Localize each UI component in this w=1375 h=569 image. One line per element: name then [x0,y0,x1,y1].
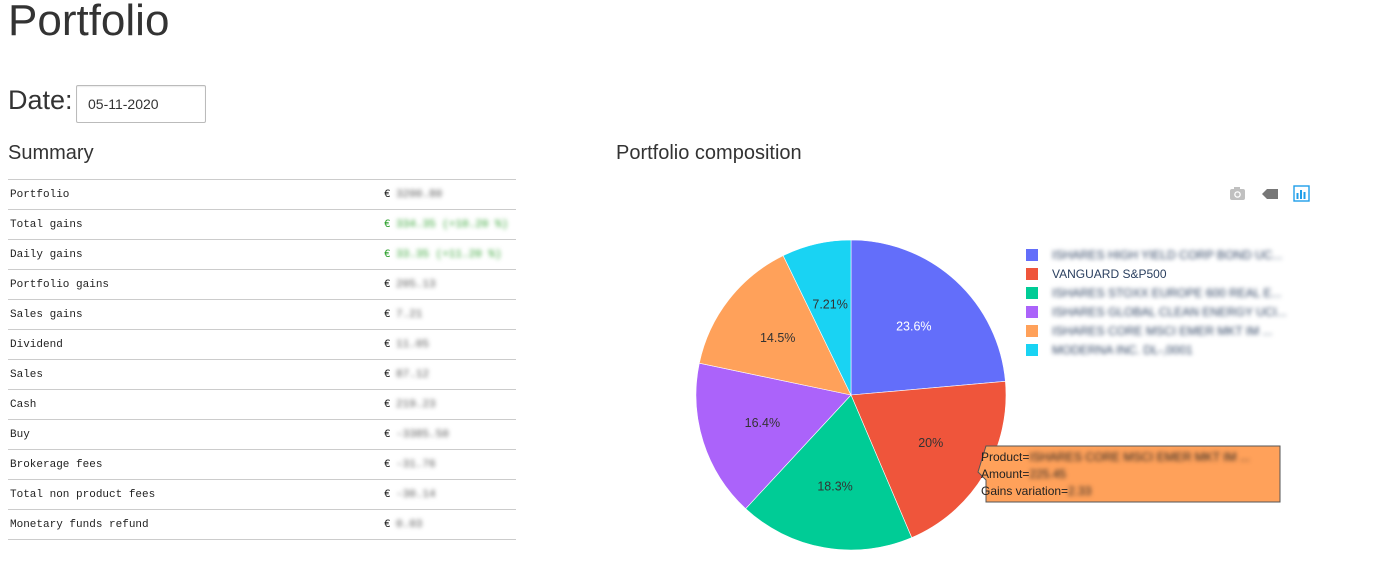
legend-swatch [1026,344,1038,356]
legend-label: ISHARES GLOBAL CLEAN ENERGY UCI... [1052,305,1287,319]
pie-slice-label: 20% [918,436,943,450]
hover-amount-value: 225.45 [1029,467,1066,481]
summary-row-label: Monetary funds refund [10,518,149,531]
summary-row-label: Daily gains [10,248,83,261]
summary-row-value: 3200.80 [396,188,443,201]
summary-row-value: 87.12 [396,368,430,381]
currency-symbol: € [384,338,391,351]
legend-label: MODERNA INC. DL-,0001 [1052,343,1193,357]
legend-item[interactable]: ISHARES CORE MSCI EMER MKT IM ... [1026,324,1272,338]
summary-table: Portfolio €3200.80 Total gains €334.35 (+10… [8,179,516,540]
summary-row: Daily gains €33.35 (+11.20 %) [8,239,516,270]
currency-symbol: € [384,218,391,231]
currency-symbol: € [384,428,391,441]
pie-slice[interactable] [850,239,1006,396]
legend-swatch [1026,249,1038,261]
currency-symbol: € [384,308,391,321]
legend-swatch [1026,306,1038,318]
summary-row: Brokerage fees € -31.76 [8,449,516,480]
legend-item[interactable]: ISHARES STOXX EUROPE 600 REAL E... [1026,286,1281,300]
summary-row-label: Buy [10,428,30,441]
summary-row-value: 33.35 (+11.20 %) [396,248,502,261]
summary-row: Sales gains €7.21 [8,299,516,330]
currency-symbol: € [384,278,391,291]
summary-row: Buy € -3385.50 [8,419,516,450]
summary-row-label: Portfolio [10,188,70,201]
hover-product-value: ISHARES CORE MSCI EMER MKT IM ... [1029,450,1249,464]
summary-row-value: 7.21 [396,308,423,321]
summary-row-label: Sales gains [10,308,83,321]
date-label: Date: [8,85,73,115]
summary-row-value: 334.35 (+10.20 %) [396,218,509,231]
legend-label: ISHARES STOXX EUROPE 600 REAL E... [1052,286,1281,300]
currency-symbol: € [384,368,391,381]
summary-row: Cash €219.23 [8,389,516,420]
summary-row-label: Cash [10,398,37,411]
pie-slice-label: 23.6% [896,319,931,333]
hover-product-label: Product= [981,450,1029,464]
summary-row-label: Sales [10,368,44,381]
pie-slice-label: 14.5% [760,331,795,345]
pie-slice-label: 16.4% [745,416,780,430]
legend-swatch [1026,287,1038,299]
hover-tooltip: Product=ISHARES CORE MSCI EMER MKT IM ..… [977,445,1281,503]
summary-row-label: Portfolio gains [10,278,110,291]
currency-symbol: € [384,518,391,531]
hover-gains-label: Gains variation= [981,484,1068,498]
svg-text:Gains variation=2.33: Gains variation=2.33 [981,484,1092,498]
summary-row-value: 205.13 [396,278,436,291]
pie-slice-label: 18.3% [817,480,852,494]
currency-symbol: € [384,488,391,501]
summary-row-value: 11.05 [396,338,430,351]
date-input[interactable] [76,85,206,123]
page-title: Portfolio [8,0,170,45]
summary-row-value: -30.14 [396,488,436,501]
currency-symbol: € [384,248,391,261]
summary-row-value: -31.76 [396,458,436,471]
summary-row: Total non product fees € -30.14 [8,479,516,510]
summary-row-value: -3385.50 [396,428,449,441]
currency-symbol: € [384,458,391,471]
summary-row-label: Brokerage fees [10,458,103,471]
summary-row: Portfolio gains €205.13 [8,269,516,300]
legend-swatch [1026,325,1038,337]
legend-swatch [1026,268,1038,280]
hover-gains-value: 2.33 [1068,484,1092,498]
composition-heading: Portfolio composition [616,142,802,164]
currency-symbol: € [384,398,391,411]
legend-label: ISHARES HIGH YIELD CORP BOND UC... [1052,248,1282,262]
summary-row: Monetary funds refund €0.03 [8,509,516,540]
summary-row: Dividend €11.05 [8,329,516,360]
hover-amount-label: Amount= [981,467,1029,481]
summary-row-value: 219.23 [396,398,436,411]
svg-text:Amount=225.45: Amount=225.45 [981,467,1066,481]
summary-row-value: 0.03 [396,518,423,531]
summary-row: Portfolio €3200.80 [8,179,516,210]
legend-label: ISHARES CORE MSCI EMER MKT IM ... [1052,324,1272,338]
currency-symbol: € [384,188,391,201]
legend-label: VANGUARD S&P500 [1052,267,1167,281]
legend-item[interactable]: VANGUARD S&P500 [1026,267,1167,281]
pie-slice-label: 7.21% [812,297,847,311]
summary-row: Sales €87.12 [8,359,516,390]
legend-item[interactable]: ISHARES HIGH YIELD CORP BOND UC... [1026,248,1282,262]
summary-row: Total gains €334.35 (+10.20 %) [8,209,516,240]
summary-row-label: Total gains [10,218,83,231]
svg-text:Product=ISHARES CORE MSCI EMER: Product=ISHARES CORE MSCI EMER MKT IM ..… [981,450,1250,464]
summary-heading: Summary [8,142,94,164]
legend-item[interactable]: ISHARES GLOBAL CLEAN ENERGY UCI... [1026,305,1287,319]
pie-chart: 23.6% 20% 18.3% 16.4% 14.5% 7.21% ISHARES HIG… [695,239,1287,551]
summary-row-label: Dividend [10,338,63,351]
legend-item[interactable]: MODERNA INC. DL-,0001 [1026,343,1193,357]
summary-row-label: Total non product fees [10,488,156,501]
